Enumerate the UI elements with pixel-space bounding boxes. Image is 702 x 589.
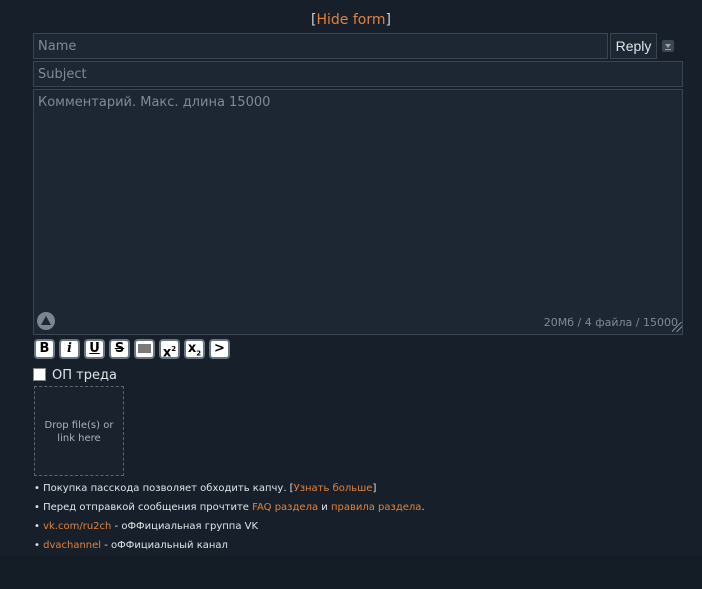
faq-link[interactable]: FAQ раздела — [252, 502, 318, 513]
rule-text: Покупка пасскода позволяет обходить капч… — [43, 483, 294, 494]
op-label: ОП треда — [52, 368, 117, 383]
rules-list: • Покупка пасскода позволяет обходить ка… — [34, 479, 425, 555]
limits-counter: 20Мб / 4 файла / 15000 — [543, 316, 678, 329]
subscript-mark: 2 — [196, 349, 202, 358]
rule-passcode: • Покупка пасскода позволяет обходить ка… — [34, 479, 425, 498]
bullet: • — [34, 502, 40, 513]
resize-handle-icon[interactable] — [672, 322, 682, 332]
bullet: • — [34, 540, 40, 551]
subject-input[interactable] — [33, 61, 683, 87]
subscript-button[interactable]: x2 — [184, 339, 205, 359]
channel-link[interactable]: dvachannel — [43, 540, 101, 551]
bracket-close: ] — [385, 12, 391, 28]
vk-link[interactable]: vk.com/ru2ch — [43, 521, 111, 532]
hide-form-link[interactable]: Hide form — [316, 12, 385, 28]
op-checkbox-row: ОП треда — [33, 368, 117, 383]
bullet: • — [34, 521, 40, 532]
rule-vk-group: • vk.com/ru2ch - оФФициальная группа VK — [34, 517, 425, 536]
spoiler-icon — [138, 344, 151, 353]
bold-button[interactable]: B — [34, 339, 55, 359]
learn-more-link[interactable]: Узнать больше — [294, 483, 373, 494]
hide-form-toggle: [Hide form] — [0, 12, 702, 28]
italic-button[interactable]: i — [59, 339, 80, 359]
collapse-arrow-icon[interactable] — [662, 40, 674, 52]
superscript-letter: x — [162, 345, 172, 361]
op-checkbox[interactable] — [33, 368, 46, 381]
underline-button[interactable]: U — [84, 339, 105, 359]
rule-text: Перед отправкой сообщения прочтите — [43, 502, 253, 513]
rule-text-end: ] — [372, 483, 377, 494]
rule-text-middle: и — [318, 502, 331, 513]
name-input[interactable] — [33, 33, 608, 59]
superscript-button[interactable]: x2 — [159, 339, 180, 361]
dropzone-text: Drop file(s) or link here — [44, 420, 114, 444]
rule-read-faq: • Перед отправкой сообщения прочтите FAQ… — [34, 498, 425, 517]
strikethrough-button[interactable]: S — [109, 339, 130, 359]
subscript-letter: x — [187, 341, 197, 356]
comment-textarea[interactable] — [33, 89, 683, 335]
file-dropzone[interactable]: Drop file(s) or link here — [34, 386, 124, 476]
page-footer-band — [0, 556, 702, 589]
superscript-mark: 2 — [171, 345, 177, 353]
reply-button[interactable]: Reply — [610, 33, 657, 59]
rule-text: - оФФициальная группа VK — [111, 521, 259, 532]
quote-button[interactable]: > — [209, 339, 230, 359]
board-logo-icon — [37, 312, 55, 330]
rule-text: - оФФициальный канал — [101, 540, 228, 551]
rule-channel: • dvachannel - оФФициальный канал — [34, 536, 425, 555]
board-rules-link[interactable]: правила раздела — [331, 502, 421, 513]
rule-text-end: . — [421, 502, 425, 513]
spoiler-button[interactable] — [134, 339, 155, 359]
bullet: • — [34, 483, 40, 494]
